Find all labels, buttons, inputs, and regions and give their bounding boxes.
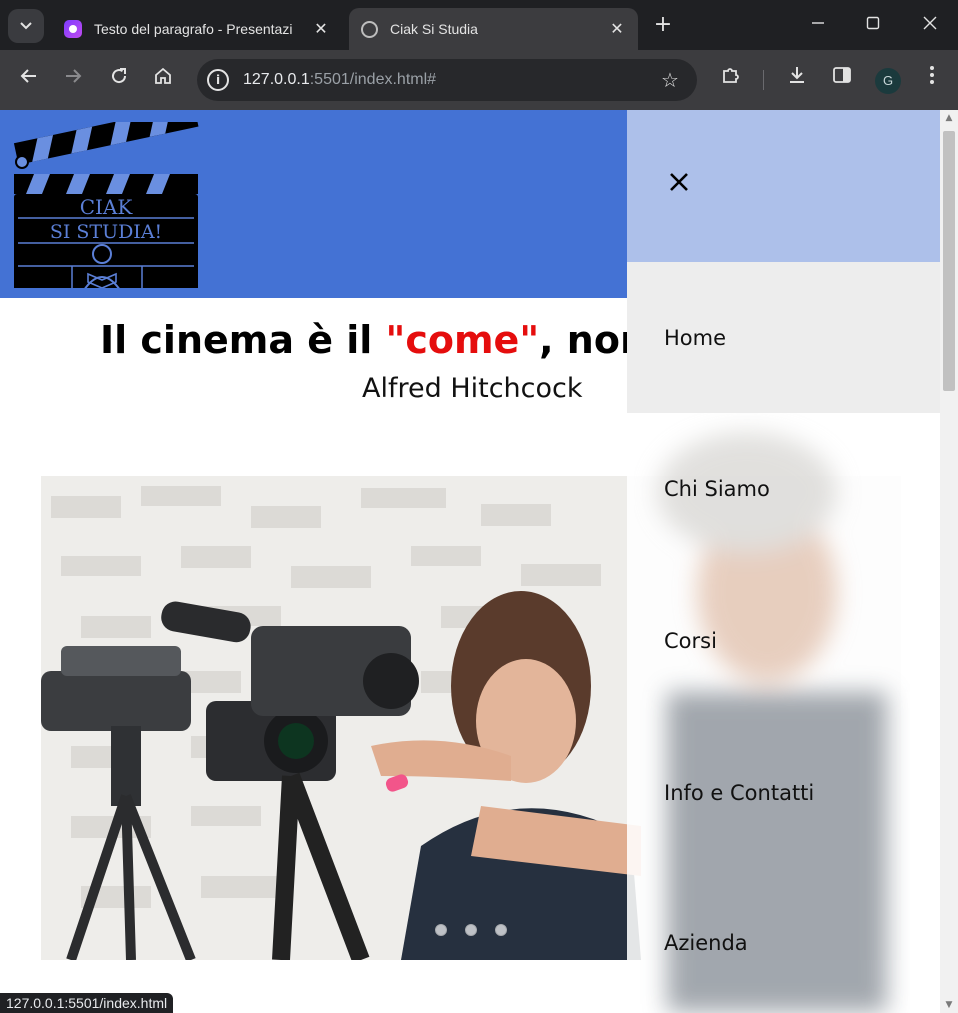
close-tab-icon[interactable]: ✕ bbox=[608, 19, 626, 39]
toolbar-divider bbox=[763, 70, 764, 90]
nav-item-corsi[interactable]: Corsi bbox=[627, 565, 940, 716]
nav-item-chi-siamo[interactable]: Chi Siamo bbox=[627, 413, 940, 564]
downloads-button[interactable] bbox=[782, 65, 812, 95]
extensions-button[interactable] bbox=[716, 65, 746, 95]
arrow-right-icon bbox=[66, 69, 82, 83]
nav-item-info-contatti[interactable]: Info e Contatti bbox=[627, 717, 940, 868]
url-host: 127.0.0.1 bbox=[243, 71, 310, 88]
new-tab-button[interactable]: + bbox=[650, 12, 676, 38]
download-icon bbox=[790, 67, 804, 83]
drawer-header bbox=[627, 110, 940, 262]
home-button[interactable] bbox=[148, 65, 178, 95]
page-scrollbar[interactable]: ▲ ▼ bbox=[940, 110, 958, 1013]
tab-ciak-si-studia[interactable]: Ciak Si Studia ✕ bbox=[349, 8, 638, 50]
link-status-bubble: 127.0.0.1:5501/index.html bbox=[0, 993, 174, 1013]
profile-avatar[interactable]: G bbox=[875, 68, 901, 94]
carousel-dot[interactable] bbox=[435, 924, 447, 936]
quote-before: Il cinema è il bbox=[100, 318, 386, 362]
quote-author: Alfred Hitchcock bbox=[362, 373, 583, 404]
logo-text-line2: SI STUDIA! bbox=[50, 221, 162, 243]
scrollbar-thumb[interactable] bbox=[943, 131, 955, 391]
back-button[interactable] bbox=[14, 65, 44, 95]
puzzle-icon bbox=[723, 68, 739, 83]
carousel-indicators bbox=[435, 924, 507, 936]
canva-icon bbox=[64, 20, 82, 38]
reload-icon bbox=[112, 68, 127, 84]
drawer-close-button[interactable] bbox=[667, 170, 691, 194]
carousel-dot[interactable] bbox=[465, 924, 477, 936]
drawer-menu: Home Chi Siamo Corsi Info e Contatti Azi… bbox=[627, 262, 940, 1013]
scroll-down-arrow-icon[interactable]: ▼ bbox=[940, 997, 958, 1013]
carousel-dot[interactable] bbox=[495, 924, 507, 936]
logo-text-line1: CIAK bbox=[80, 195, 134, 219]
close-window-button[interactable] bbox=[917, 12, 943, 38]
close-icon bbox=[923, 16, 937, 30]
more-vertical-icon bbox=[930, 66, 934, 84]
close-icon bbox=[670, 173, 688, 191]
nav-item-azienda[interactable]: Azienda bbox=[627, 867, 940, 1013]
minimize-button[interactable] bbox=[805, 12, 831, 38]
ciak-si-studia-logo[interactable]: CIAK SI STUDIA! bbox=[12, 122, 200, 288]
side-navigation-drawer: Home Chi Siamo Corsi Info e Contatti Azi… bbox=[627, 110, 940, 1013]
arrow-left-icon bbox=[20, 69, 36, 83]
tab-strip: Testo del paragrafo - Presentazi ✕ Ciak … bbox=[0, 0, 958, 50]
reload-button[interactable] bbox=[104, 65, 134, 95]
menu-button[interactable] bbox=[917, 65, 947, 95]
home-icon bbox=[155, 67, 171, 84]
bookmark-star-icon[interactable]: ☆ bbox=[655, 68, 685, 92]
tab-presentation[interactable]: Testo del paragrafo - Presentazi ✕ bbox=[52, 8, 342, 50]
side-panel-icon bbox=[833, 67, 851, 83]
side-panel-button[interactable] bbox=[827, 65, 857, 95]
browser-toolbar: i 127.0.0.1:5501/index.html# ☆ bbox=[0, 50, 958, 110]
globe-icon bbox=[361, 20, 378, 38]
scroll-up-arrow-icon[interactable]: ▲ bbox=[940, 110, 958, 126]
tab-title: Ciak Si Studia bbox=[390, 21, 478, 37]
maximize-icon bbox=[866, 16, 880, 30]
forward-button[interactable] bbox=[58, 65, 88, 95]
nav-item-home[interactable]: Home bbox=[627, 262, 940, 413]
url-text[interactable]: 127.0.0.1:5501/index.html# bbox=[243, 71, 655, 89]
site-info-icon[interactable]: i bbox=[207, 69, 229, 91]
chevron-down-icon bbox=[20, 22, 32, 30]
url-path: :5501/index.html# bbox=[309, 71, 437, 88]
tab-search-button[interactable] bbox=[8, 9, 44, 43]
quote-accent: "come" bbox=[385, 318, 540, 362]
maximize-button[interactable] bbox=[860, 12, 886, 38]
minimize-icon bbox=[812, 22, 824, 24]
close-tab-icon[interactable]: ✕ bbox=[312, 19, 330, 39]
address-bar[interactable]: i 127.0.0.1:5501/index.html# ☆ bbox=[197, 59, 697, 101]
tab-title: Testo del paragrafo - Presentazi bbox=[94, 21, 293, 37]
